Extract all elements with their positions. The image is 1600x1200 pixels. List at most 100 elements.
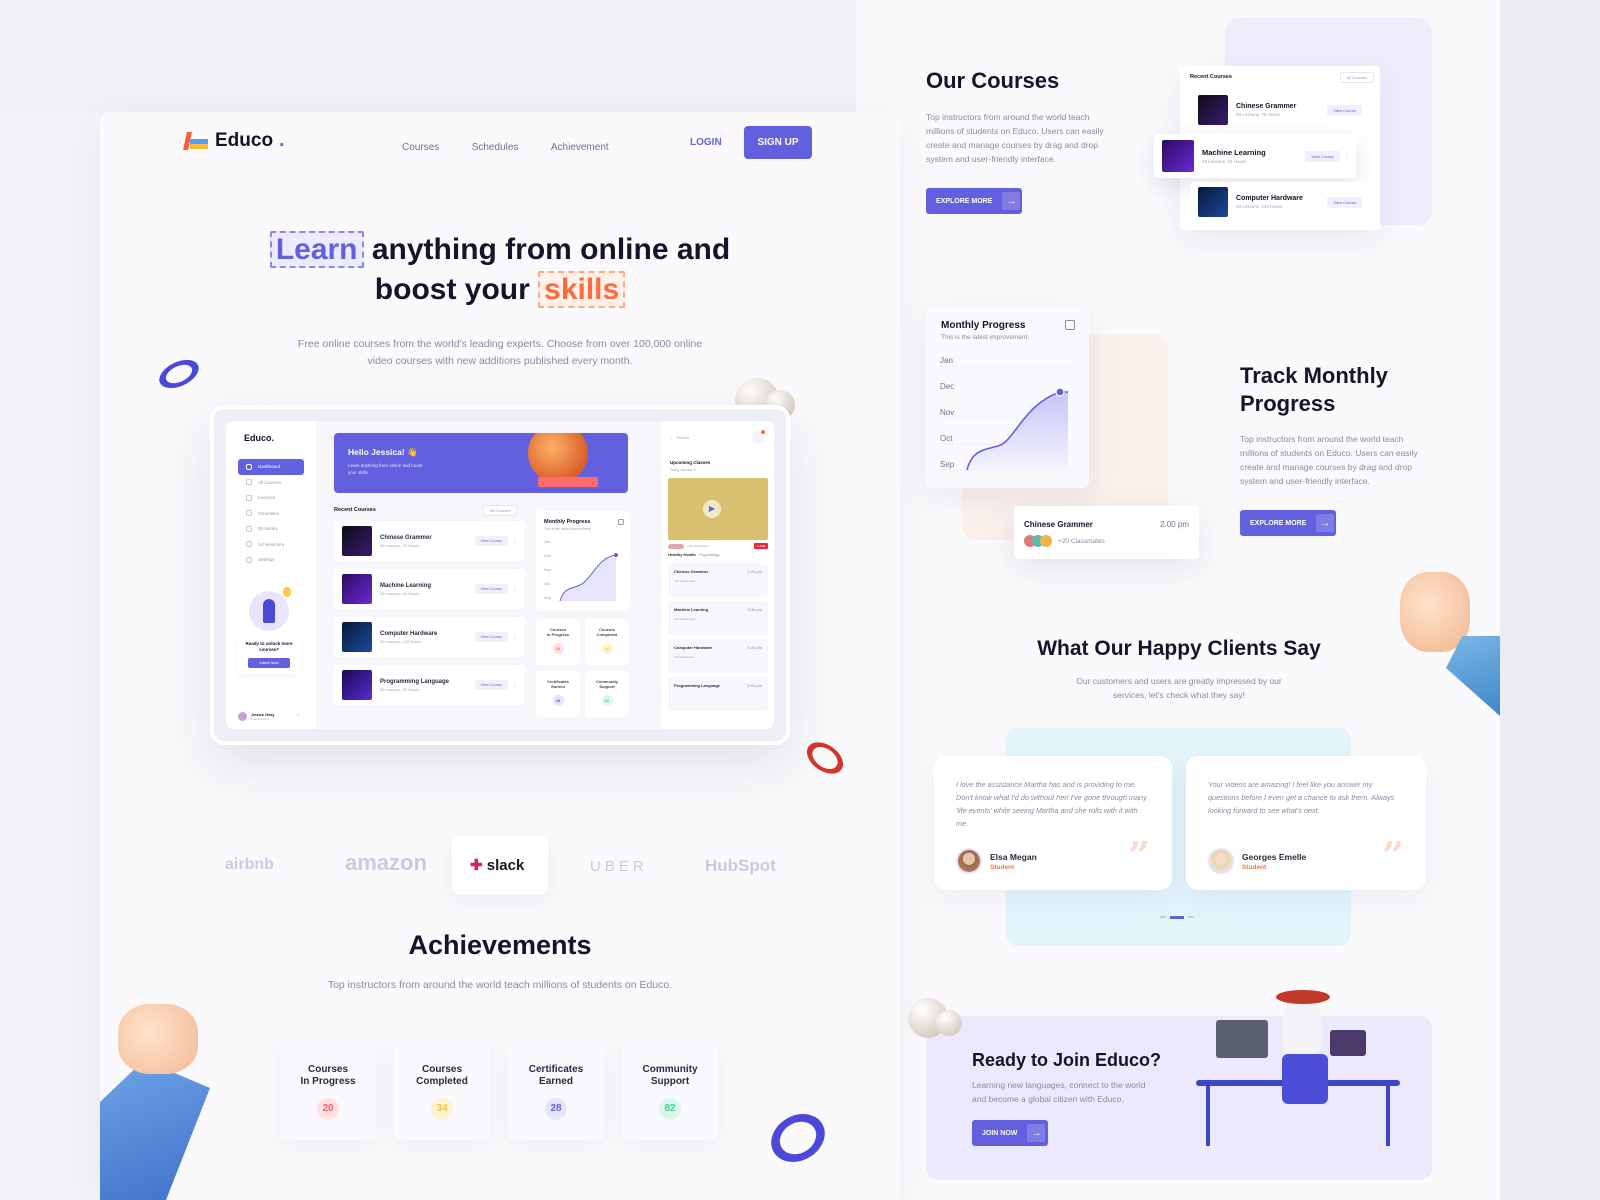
course-row[interactable]: Machine Learning 28 Lessons, 64 Hours Vie… [334, 569, 524, 609]
user-profile[interactable]: Jessica Jessy Free account ⌃ [238, 712, 301, 721]
lectures-icon [246, 494, 252, 501]
class-card[interactable]: Programming Language 6.00 pm [668, 677, 768, 711]
achievement-card: Community Support 82 [622, 1040, 718, 1140]
live-class-video[interactable]: ▶ [668, 478, 768, 540]
upcoming-title: Upcoming Classes [670, 460, 711, 465]
view-course-button[interactable]: View Course [474, 584, 508, 594]
cta-illustration [1196, 984, 1400, 1160]
globe-illustration [528, 433, 588, 483]
month-label: Jan [544, 539, 550, 544]
books-illustration [538, 477, 598, 487]
unlock-promo: Ready to unlock more courses? Unlock Now… [238, 587, 300, 687]
class-card[interactable]: Machine Learning 3.30 pm +15 Classmates [668, 601, 768, 635]
course-row[interactable]: Chinese Grammer 30 Lessons, 70 Hours View… [1190, 90, 1370, 130]
join-now-button[interactable]: JOIN NOW → [972, 1120, 1048, 1146]
month-label: Sep [544, 595, 552, 600]
classmates: +20 Classmates [1024, 535, 1189, 547]
stat-card: Courses Completed 34 [585, 619, 629, 665]
slack-icon: ✚ [470, 857, 483, 874]
book-icon [246, 525, 252, 532]
class-time: 2.00 pm [1160, 520, 1189, 529]
user-name: Jessica Jessy [251, 712, 275, 717]
month-label: Sep [940, 460, 955, 469]
unlock-now-button[interactable]: Unlock Now! [248, 658, 290, 668]
hero-highlight-skills: skills [538, 271, 626, 308]
course-filter-select[interactable]: All Courses [483, 505, 518, 516]
background-top [0, 0, 856, 112]
upcoming-classes-panel: ○ Search Upcoming Classes Today January 1… [662, 421, 774, 729]
view-course-button[interactable]: View Course [474, 536, 508, 546]
testimonial-name: Georges Emelle [1242, 851, 1307, 862]
course-row-highlighted[interactable]: Machine Learning 28 Lessons, 64 Hours Vie… [1154, 134, 1356, 178]
more-icon[interactable]: ⋮ [512, 682, 518, 689]
view-course-button[interactable]: View Course [1327, 196, 1362, 208]
course-row[interactable]: Computer Hardware 40 Lessons, 120 Hours V… [334, 617, 524, 657]
course-thumbnail [342, 622, 372, 652]
bubbles-decoration-2 [908, 994, 968, 1044]
arrow-right-icon: → [1316, 514, 1335, 532]
view-course-button[interactable]: View Course [474, 632, 508, 642]
notification-bell-icon[interactable] [752, 430, 765, 443]
signup-button[interactable]: SIGN UP [744, 126, 812, 159]
nav-courses[interactable]: Courses [402, 142, 439, 153]
hero-title-line1: anything from online and [363, 233, 731, 266]
stat-card: Community Support 82 [585, 671, 629, 717]
course-row[interactable]: Chinese Grammer 30 Lessons, 70 Hours View… [334, 521, 524, 561]
explore-more-button[interactable]: EXPLORE MORE → [926, 188, 1022, 214]
course-thumbnail [1198, 95, 1228, 125]
monthly-progress-chart: Jan Dec Nov Oct Sep [940, 356, 1075, 471]
chevron-up-icon[interactable]: ⌃ [296, 714, 300, 720]
brand-logo[interactable]: Educo. [183, 130, 284, 152]
carousel-dot-active[interactable] [1170, 916, 1184, 919]
track-progress-title: Track Monthly Progress [1240, 363, 1388, 416]
sidebar-item-all-courses[interactable]: All Courses [238, 475, 304, 491]
logo-icon [183, 132, 209, 150]
progress-area [967, 392, 1068, 470]
sidebar-item-settings[interactable]: Settings [238, 552, 304, 568]
view-course-button[interactable]: View Course [474, 680, 508, 690]
sidebar-item-dashboard[interactable]: Dashboard [238, 459, 304, 475]
clock-icon [246, 510, 252, 517]
arrow-right-icon: → [1027, 1124, 1046, 1142]
dashboard-preview: Educo. Dashboard All Courses Lectures Sc… [210, 405, 790, 745]
calendar-icon[interactable] [618, 519, 624, 525]
nav-schedules[interactable]: Schedules [472, 142, 519, 153]
main-nav: Courses Schedules Achievement [388, 137, 623, 155]
course-thumbnail [1198, 187, 1228, 217]
more-icon[interactable]: ⋮ [512, 538, 518, 545]
month-label: Nov [544, 567, 551, 572]
class-card[interactable]: Computer Hardware 5.00 pm +8 Classmates [668, 639, 768, 673]
search-icon: ○ [670, 435, 673, 440]
more-icon[interactable]: ⋮ [512, 586, 518, 593]
course-row[interactable]: Programming Language 25 Lessons, 90 Hours… [334, 665, 524, 705]
sidebar-item-dictionary[interactable]: Dictionary [238, 521, 304, 537]
carousel-dot[interactable] [1160, 916, 1166, 919]
nav-achievement[interactable]: Achievement [551, 142, 609, 153]
brand-name: Educo [215, 130, 274, 151]
play-icon[interactable]: ▶ [703, 500, 721, 518]
calendar-icon[interactable] [1065, 320, 1075, 330]
explore-more-button-2[interactable]: EXPLORE MORE → [1240, 510, 1336, 536]
hero-highlight-learn: Learn [269, 231, 364, 268]
sidebar-item-schedules[interactable]: Schedules [238, 506, 304, 522]
view-course-button[interactable]: View Course [1305, 150, 1340, 162]
sidebar-item-achievement[interactable]: Achievement [238, 537, 304, 553]
course-filter-select[interactable]: All Courses [1339, 72, 1374, 83]
mini-monthly-progress: Monthly Progress This is the latest impr… [536, 511, 630, 611]
carousel-dot[interactable] [1188, 916, 1194, 919]
more-icon[interactable]: ⋮ [512, 634, 518, 641]
upcoming-date: Today January 1 [670, 468, 696, 472]
more-icon[interactable]: ⋮ [1344, 153, 1350, 160]
course-thumbnail [342, 670, 372, 700]
logo-airbnb: airbnb [225, 856, 274, 873]
bag-icon [246, 479, 252, 486]
course-row[interactable]: Computer Hardware 40 Lessons, 120 Hours V… [1190, 182, 1370, 222]
testimonial-role: Student [990, 863, 1015, 871]
upcoming-class-card[interactable]: Chinese Grammer 2.00 pm +20 Classmates [1014, 506, 1199, 559]
classmate-avatars [1024, 535, 1052, 547]
sidebar-item-lectures[interactable]: Lectures [238, 490, 304, 506]
class-card[interactable]: Chinese Grammer 2.00 pm +20 Classmates [668, 563, 768, 597]
login-link[interactable]: LOGIN [690, 137, 722, 148]
view-course-button[interactable]: View Course [1327, 104, 1362, 116]
cta-title: Ready to Join Educo? [972, 1050, 1162, 1070]
